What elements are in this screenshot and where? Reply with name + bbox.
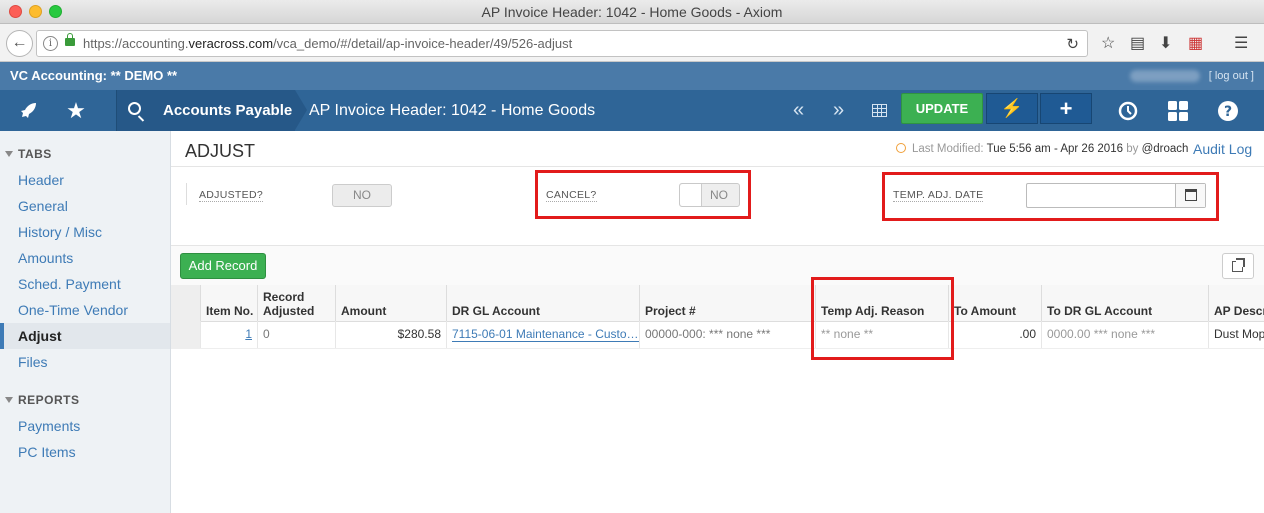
col-to-amount[interactable]: To Amount	[949, 285, 1042, 321]
back-button[interactable]: ←	[6, 30, 33, 57]
sidebar-item-sched-payment[interactable]: Sched. Payment	[0, 271, 170, 297]
adjusted-label: ADJUSTED?	[199, 189, 263, 202]
divider	[186, 183, 187, 205]
col-dr-gl-account[interactable]: DR GL Account	[447, 285, 640, 321]
col-amount[interactable]: Amount	[336, 285, 447, 321]
cell-amount[interactable]: $280.58	[336, 321, 447, 348]
star-icon[interactable]: ★	[56, 90, 96, 131]
adjusted-toggle[interactable]: NO	[332, 184, 392, 207]
next-record-button[interactable]: »	[833, 90, 844, 131]
sidebar-item-adjust[interactable]: Adjust	[0, 323, 170, 349]
breadcrumb-page: AP Invoice Header: 1042 - Home Goods	[309, 102, 596, 119]
window-titlebar: AP Invoice Header: 1042 - Home Goods - A…	[0, 0, 1264, 24]
col-item-no[interactable]: Item No.	[201, 285, 258, 321]
sidebar-item-amounts[interactable]: Amounts	[0, 245, 170, 271]
app-topbar: VC Accounting: ** DEMO ** [ log out ]	[0, 62, 1264, 90]
sidebar-item-one-time-vendor[interactable]: One-Time Vendor	[0, 297, 170, 323]
sidebar-item-history-misc[interactable]: History / Misc	[0, 219, 170, 245]
divider	[171, 166, 1264, 167]
row-header-corner	[171, 285, 201, 321]
app-title: VC Accounting: ** DEMO **	[10, 68, 178, 83]
reload-icon[interactable]: ↻	[1066, 35, 1079, 53]
address-bar[interactable]: i https://accounting.veracross.com/vca_d…	[36, 30, 1088, 57]
export-button[interactable]	[1222, 253, 1254, 279]
reading-list-icon[interactable]: ▤	[1130, 33, 1145, 53]
user-name-redacted	[1130, 70, 1200, 82]
history-icon[interactable]	[1108, 90, 1148, 131]
logout-link[interactable]: [ log out ]	[1209, 70, 1254, 82]
previous-record-button[interactable]: «	[793, 90, 804, 131]
download-icon[interactable]: ⬇	[1159, 33, 1172, 53]
sidebar-item-pc-items[interactable]: PC Items	[0, 439, 170, 465]
info-icon[interactable]: i	[43, 36, 58, 51]
audit-log-link[interactable]: Audit Log	[1193, 141, 1252, 157]
list-toolbar	[171, 245, 1264, 285]
add-record-button[interactable]: Add Record	[180, 253, 266, 279]
browser-toolbar: ← i https://accounting.veracross.com/vca…	[0, 24, 1264, 62]
cell-ap-descr[interactable]: Dust Mop	[1209, 321, 1264, 348]
col-ap-descr[interactable]: AP Descr	[1209, 285, 1264, 321]
caret-down-icon	[5, 397, 13, 403]
page-title: ADJUST	[185, 141, 256, 161]
cell-to-dr-gl-account[interactable]: 0000.00 *** none ***	[1042, 321, 1209, 348]
url-text[interactable]: https://accounting.veracross.com/vca_dem…	[83, 36, 572, 51]
cell-item-no[interactable]: 1	[201, 321, 258, 348]
grid-view-icon[interactable]	[872, 104, 887, 117]
bookmark-star-icon[interactable]: ☆	[1101, 33, 1115, 53]
extension-icon[interactable]: ▦	[1188, 33, 1203, 53]
clock-icon	[896, 143, 906, 153]
cell-dr-gl-account[interactable]: 7115-06-01 Maintenance - Custo…	[447, 321, 640, 348]
window-title: AP Invoice Header: 1042 - Home Goods - A…	[481, 4, 783, 20]
hamburger-menu-icon[interactable]: ☰	[1234, 33, 1248, 53]
col-record-adjusted[interactable]: Record Adjusted	[258, 285, 336, 321]
reports-heading[interactable]: REPORTS	[5, 393, 80, 407]
add-button[interactable]: +	[1040, 93, 1092, 124]
highlight-box-temp-adj-date	[882, 172, 1219, 221]
apps-grid-icon[interactable]	[1158, 90, 1198, 131]
search-button[interactable]	[116, 90, 153, 131]
highlight-box-temp-adj-reason	[811, 277, 954, 360]
help-icon[interactable]: ?	[1208, 90, 1248, 131]
svg-text:?: ?	[1224, 104, 1232, 120]
caret-down-icon	[5, 151, 13, 157]
breadcrumb-module[interactable]: Accounts Payable	[153, 90, 307, 131]
rocket-icon[interactable]	[8, 90, 48, 131]
cell-project[interactable]: 00000-000: *** none ***	[640, 321, 816, 348]
cell-record-adjusted[interactable]: 0	[258, 321, 336, 348]
sidebar-item-payments[interactable]: Payments	[0, 413, 170, 439]
cell-to-amount[interactable]: .00	[949, 321, 1042, 348]
sidebar: TABS Header General History / Misc Amoun…	[0, 131, 171, 513]
last-modified: Last Modified: Tue 5:56 am - Apr 26 2016…	[896, 143, 1188, 155]
search-icon	[128, 102, 141, 115]
bolt-icon[interactable]: ⚡	[986, 93, 1038, 124]
col-project[interactable]: Project #	[640, 285, 816, 321]
lock-icon	[65, 33, 75, 46]
sidebar-item-files[interactable]: Files	[0, 349, 170, 375]
row-selector[interactable]	[171, 321, 201, 348]
sidebar-item-general[interactable]: General	[0, 193, 170, 219]
col-to-dr-gl-account[interactable]: To DR GL Account	[1042, 285, 1209, 321]
app-navbar: ★ Accounts Payable AP Invoice Header: 10…	[0, 90, 1264, 131]
highlight-box-cancel	[535, 170, 751, 219]
update-button[interactable]: UPDATE	[901, 93, 983, 124]
tabs-heading[interactable]: TABS	[5, 147, 52, 161]
sidebar-item-header[interactable]: Header	[0, 167, 170, 193]
